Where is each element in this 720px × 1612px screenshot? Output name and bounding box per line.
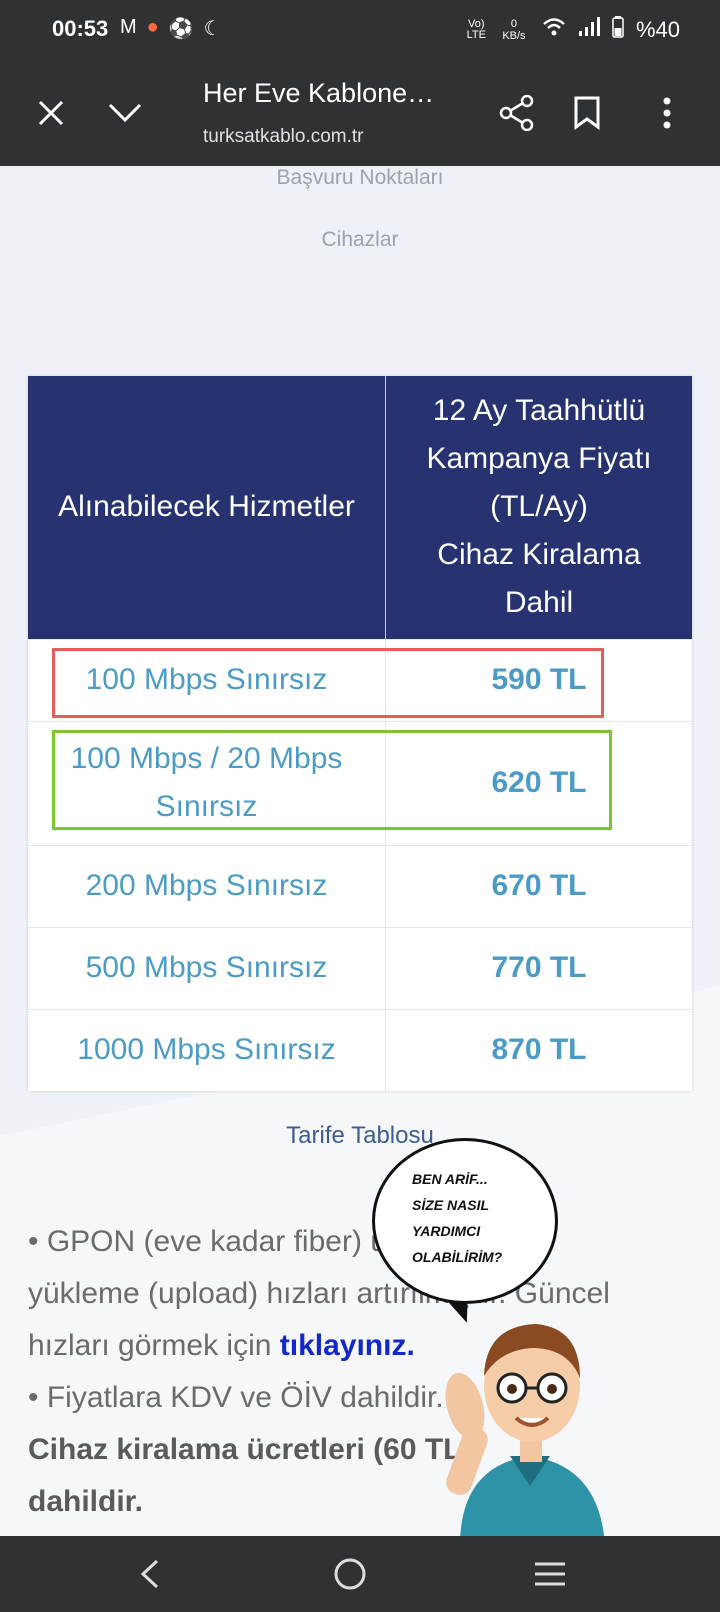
notification-icons: M ● ⚽ ☾ — [120, 16, 222, 41]
share-button[interactable] — [490, 86, 544, 140]
close-button[interactable] — [24, 86, 78, 140]
price-cell: 870 TL — [385, 1008, 692, 1091]
bookmark-button[interactable] — [560, 86, 614, 140]
record-icon: ● — [146, 16, 159, 38]
moon-icon: ☾ — [203, 18, 222, 40]
highlight-box-green — [52, 730, 612, 830]
more-vert-icon — [663, 97, 671, 129]
chatbot-avatar[interactable] — [440, 1296, 620, 1536]
info-line: • GPON (eve kadar fiber) ü — [28, 1225, 387, 1258]
system-nav-bar — [0, 1536, 720, 1612]
system-icons: Vo) LTE 0 KB/s %40 — [467, 16, 680, 44]
header-price-line: (TL/Ay) — [490, 490, 588, 524]
header-price-line: Cihaz Kiralama — [437, 538, 641, 572]
header-price-line: 12 Ay Taahhütlü — [432, 394, 646, 428]
service-cell: 1000 Mbps Sınırsız — [28, 1008, 386, 1091]
net-speed: 0 KB/s — [502, 18, 526, 42]
home-button[interactable] — [320, 1554, 380, 1594]
table-row: 1000 Mbps Sınırsız 870 TL — [28, 1008, 692, 1091]
table-caption: Tarife Tablosu — [286, 1122, 434, 1149]
header-price: 12 Ay Taahhütlü Kampanya Fiyatı (TL/Ay) … — [385, 376, 692, 639]
header-services: Alınabilecek Hizmetler — [28, 376, 386, 639]
chevron-down-icon — [108, 103, 142, 123]
table-row: 500 Mbps Sınırsız 770 TL — [28, 926, 692, 1009]
volte-icon: Vo) LTE — [466, 18, 486, 41]
nav-link-basvuru[interactable]: Başvuru Noktaları — [0, 166, 720, 190]
battery-percent: %40 — [635, 17, 680, 42]
page-url: turksatkablo.com.tr — [203, 126, 364, 147]
bookmark-icon — [574, 96, 600, 130]
status-bar: 00:53 M ● ⚽ ☾ Vo) LTE 0 KB/s %40 — [0, 0, 720, 60]
table-row: 200 Mbps Sınırsız 670 TL — [28, 844, 692, 927]
collapse-button[interactable] — [98, 86, 152, 140]
share-icon — [499, 95, 534, 131]
more-options-button[interactable] — [640, 86, 694, 140]
browser-toolbar: Her Eve Kablone… turksatkablo.com.tr — [0, 60, 720, 166]
details-link[interactable]: tıklayınız. — [280, 1329, 415, 1362]
soccer-icon: ⚽ — [168, 18, 194, 40]
wifi-icon — [542, 17, 566, 43]
page-title: Her Eve Kablone… — [203, 78, 435, 108]
highlight-box-red — [52, 648, 604, 718]
home-icon — [334, 1558, 366, 1590]
service-cell: 500 Mbps Sınırsız — [28, 926, 386, 1009]
price-cell: 770 TL — [385, 926, 692, 1009]
chatbot-message: BEN ARİF... SİZE NASIL YARDIMCI OLABİLİR… — [412, 1171, 503, 1265]
header-price-line: Dahil — [504, 586, 574, 620]
back-icon — [140, 1559, 159, 1589]
header-price-line: Kampanya Fiyatı — [426, 442, 652, 476]
web-content: Başvuru Noktaları Cihazlar Alınabilecek … — [0, 166, 720, 1536]
back-button[interactable] — [120, 1554, 180, 1594]
battery-icon — [612, 16, 624, 44]
recents-button[interactable] — [520, 1554, 580, 1594]
nav-link-cihazlar[interactable]: Cihazlar — [0, 228, 720, 252]
service-cell: 200 Mbps Sınırsız — [28, 844, 386, 927]
price-cell: 670 TL — [385, 844, 692, 927]
signal-icon — [578, 17, 600, 43]
close-icon — [38, 100, 64, 126]
gmail-icon: M — [120, 16, 137, 38]
menu-icon — [535, 1562, 565, 1586]
clock: 00:53 — [52, 16, 109, 41]
